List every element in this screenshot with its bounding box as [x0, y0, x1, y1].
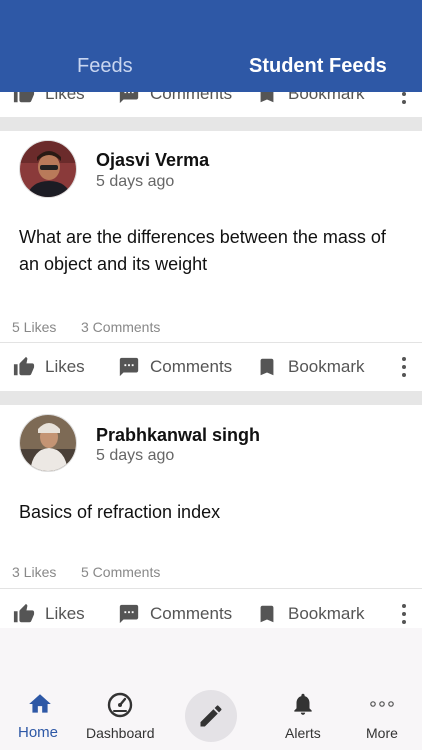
bookmark-icon: [260, 92, 274, 103]
comments-count[interactable]: 3 Comments: [81, 319, 160, 335]
feed-list[interactable]: Likes Comments Bookmark Ojasvi Verma 5 d…: [0, 92, 422, 628]
avatar[interactable]: [19, 414, 77, 472]
bookmark-button[interactable]: Bookmark: [256, 590, 365, 628]
post-text[interactable]: Basics of refraction index: [19, 499, 409, 526]
bell-icon: [294, 693, 312, 715]
likes-count[interactable]: 3 Likes: [12, 564, 56, 580]
like-label: Likes: [45, 357, 85, 376]
like-label: Likes: [45, 92, 85, 103]
comment-icon: [119, 92, 139, 104]
bookmark-icon: [260, 605, 274, 623]
like-label: Likes: [45, 604, 85, 623]
comments-count[interactable]: 5 Comments: [81, 564, 160, 580]
post-text[interactable]: What are the differences between the mas…: [19, 224, 409, 278]
like-button[interactable]: Likes: [13, 92, 85, 118]
avatar-photo: [20, 415, 76, 471]
post-time: 5 days ago: [96, 173, 175, 190]
nav-home-label: Home: [18, 724, 59, 741]
bookmark-button[interactable]: Bookmark: [256, 343, 365, 391]
bookmark-label: Bookmark: [288, 92, 365, 103]
post-actions-previous: Likes Comments Bookmark: [0, 92, 422, 118]
more-vert-icon[interactable]: [400, 604, 408, 624]
more-vert-icon[interactable]: [400, 92, 408, 104]
post-separator: [0, 117, 422, 131]
comment-label: Comments: [150, 357, 233, 376]
like-button[interactable]: Likes: [13, 590, 85, 628]
like-button[interactable]: Likes: [13, 343, 85, 391]
compose-button[interactable]: [185, 690, 237, 742]
nav-dashboard-label: Dashboard: [86, 725, 155, 741]
comment-label: Comments: [150, 92, 233, 103]
bottom-navigation: Home Dashboard Alerts More: [0, 628, 422, 750]
pencil-icon: [200, 705, 222, 727]
speedometer-icon: [107, 692, 133, 718]
thumb-up-icon: [13, 92, 35, 103]
nav-alerts-label: Alerts: [285, 725, 321, 741]
comment-icon: [119, 357, 139, 377]
top-app-bar: Feeds Student Feeds: [0, 0, 422, 92]
post-author[interactable]: Ojasvi Verma: [96, 150, 209, 171]
thumb-up-icon: [13, 356, 35, 376]
avatar-photo: [20, 141, 76, 197]
more-dots-icon: [370, 701, 394, 707]
avatar[interactable]: [19, 140, 77, 198]
comment-icon: [119, 604, 139, 624]
tab-feeds[interactable]: Feeds: [77, 55, 133, 78]
bookmark-label: Bookmark: [288, 604, 365, 623]
comment-button[interactable]: Comments: [118, 590, 232, 628]
likes-count[interactable]: 5 Likes: [12, 319, 56, 335]
bookmark-label: Bookmark: [288, 357, 365, 376]
bookmark-icon: [260, 358, 274, 376]
comment-label: Comments: [150, 604, 233, 623]
nav-more-label: More: [366, 725, 398, 741]
divider: [0, 588, 422, 589]
comment-button[interactable]: Comments: [118, 92, 232, 118]
post-actions: Likes Comments Bookmark: [0, 343, 422, 391]
more-vert-icon[interactable]: [400, 357, 408, 377]
bookmark-button[interactable]: Bookmark: [256, 92, 365, 118]
post-separator: [0, 391, 422, 405]
thumb-up-icon: [13, 603, 35, 623]
post-actions: Likes Comments Bookmark: [0, 590, 422, 628]
post-time: 5 days ago: [96, 447, 175, 464]
post-author[interactable]: Prabhkanwal singh: [96, 425, 260, 446]
comment-button[interactable]: Comments: [118, 343, 232, 391]
home-icon: [29, 694, 51, 713]
tab-student-feeds[interactable]: Student Feeds: [249, 55, 387, 78]
